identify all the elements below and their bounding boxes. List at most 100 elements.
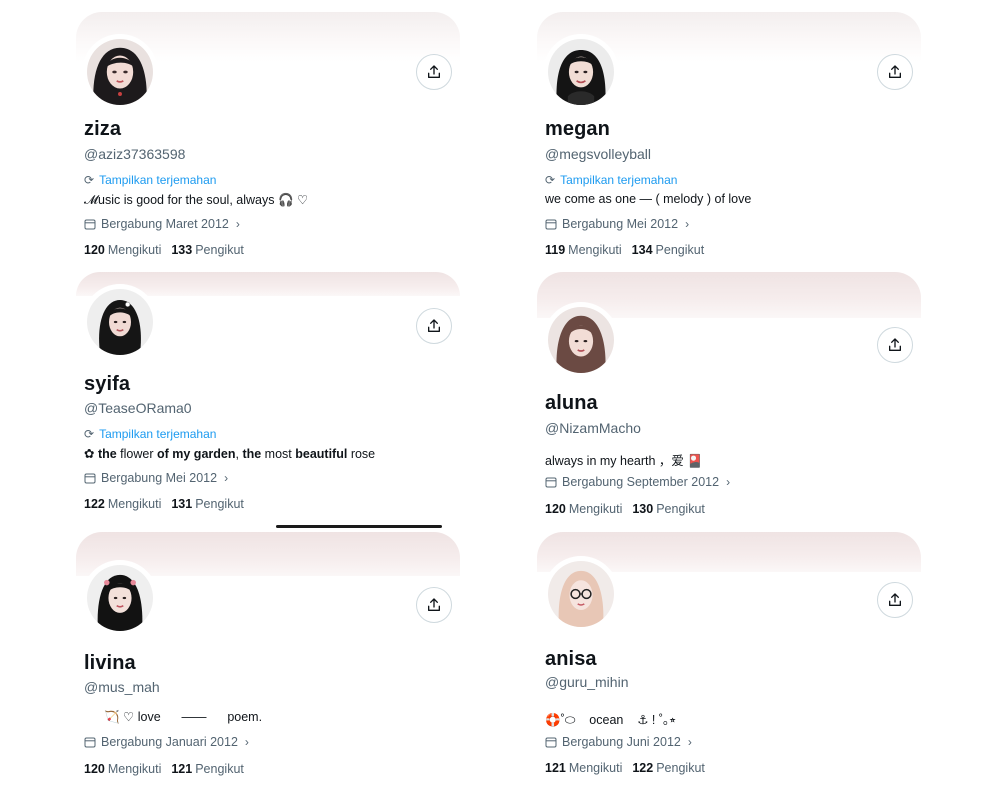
followers-label: Pengikut	[195, 497, 244, 511]
avatar[interactable]	[543, 556, 619, 632]
profile-handle: @NizamMacho	[545, 420, 641, 436]
follow-stats: 121 Mengikuti 122 Pengikut	[545, 761, 705, 775]
joined-date[interactable]: Bergabung September 2012 ›	[545, 475, 730, 489]
follow-stats: 120 Mengikuti 133 Pengikut	[84, 243, 244, 257]
followers-count: 130	[632, 502, 654, 516]
translate-icon: ⟳	[545, 173, 556, 187]
following-link[interactable]: 119 Mengikuti	[545, 243, 622, 257]
translate-icon: ⟳	[84, 427, 95, 441]
share-icon	[428, 319, 440, 332]
joined-date[interactable]: Bergabung Mei 2012 ›	[84, 471, 228, 485]
share-button[interactable]	[416, 308, 452, 344]
followers-label: Pengikut	[655, 243, 705, 257]
joined-label: Bergabung Juni 2012	[562, 735, 681, 749]
following-link[interactable]: 120 Mengikuti	[84, 243, 161, 257]
profile-card-ziza: ziza @aziz37363598 ⟳ Tampilkan terjemaha…	[76, 12, 460, 262]
share-button[interactable]	[877, 54, 913, 90]
avatar[interactable]	[82, 34, 158, 110]
joined-date[interactable]: Bergabung Juni 2012 ›	[545, 735, 692, 749]
profile-handle: @mus_mah	[84, 679, 160, 695]
followers-count: 121	[171, 762, 193, 776]
avatar-photo	[87, 39, 153, 105]
avatar-photo	[548, 561, 614, 627]
follow-stats: 122 Mengikuti 131 Pengikut	[84, 497, 244, 511]
following-label: Mengikuti	[568, 243, 622, 257]
followers-link[interactable]: 121 Pengikut	[171, 762, 244, 776]
profile-name: livina	[84, 652, 136, 674]
followers-link[interactable]: 134 Pengikut	[632, 243, 705, 257]
profile-card-megan: megan @megsvolleyball ⟳ Tampilkan terjem…	[537, 12, 921, 262]
calendar-icon	[84, 219, 96, 230]
avatar[interactable]	[543, 34, 619, 110]
profile-card-anisa: anisa @guru_mihin 🛟˚⬭ ocean ⚓ ! ˚｡⭒ Berg…	[537, 532, 921, 792]
followers-link[interactable]: 133 Pengikut	[171, 243, 244, 257]
joined-date[interactable]: Bergabung Maret 2012 ›	[84, 217, 240, 231]
followers-count: 134	[631, 243, 653, 257]
share-icon	[428, 65, 440, 78]
profile-bio: 𝓜usic is good for the soul, always 🎧 ♡	[84, 193, 309, 207]
avatar[interactable]	[82, 560, 158, 636]
following-count: 122	[84, 497, 105, 511]
followers-label: Pengikut	[656, 502, 705, 516]
joined-label: Bergabung Maret 2012	[101, 217, 229, 231]
share-button[interactable]	[877, 582, 913, 618]
avatar-photo	[548, 39, 614, 105]
share-icon	[889, 65, 901, 78]
avatar-photo	[548, 307, 614, 373]
avatar[interactable]	[82, 284, 158, 360]
share-button[interactable]	[416, 587, 452, 623]
translate-label: Tampilkan terjemahan	[99, 173, 217, 187]
translate-link[interactable]: ⟳ Tampilkan terjemahan	[84, 173, 216, 187]
following-label: Mengikuti	[568, 761, 623, 775]
calendar-icon	[545, 477, 557, 488]
chevron-right-icon: ›	[244, 735, 249, 749]
share-icon	[428, 598, 440, 611]
profile-name: aluna	[545, 392, 598, 414]
followers-label: Pengikut	[195, 762, 244, 776]
following-link[interactable]: 121 Mengikuti	[545, 761, 622, 775]
translate-label: Tampilkan terjemahan	[560, 173, 678, 187]
translate-link[interactable]: ⟳ Tampilkan terjemahan	[84, 427, 216, 441]
calendar-icon	[545, 737, 557, 748]
following-count: 120	[84, 243, 105, 257]
profile-bio: we come as one — ( melody ) of love	[545, 192, 752, 206]
joined-date[interactable]: Bergabung Mei 2012 ›	[545, 217, 689, 231]
chevron-right-icon: ›	[224, 471, 229, 485]
share-button[interactable]	[416, 54, 452, 90]
avatar[interactable]	[543, 302, 619, 378]
followers-link[interactable]: 122 Pengikut	[632, 761, 705, 775]
profile-bio: 🏹 ♡ love —— poem.	[104, 710, 263, 724]
following-label: Mengikuti	[107, 243, 162, 257]
profile-handle: @guru_mihin	[545, 674, 629, 690]
follow-stats: 119 Mengikuti 134 Pengikut	[545, 243, 704, 257]
following-count: 121	[545, 761, 566, 775]
translate-link[interactable]: ⟳ Tampilkan terjemahan	[545, 173, 677, 187]
joined-date[interactable]: Bergabung Januari 2012 ›	[84, 735, 249, 749]
share-icon	[889, 593, 901, 606]
joined-label: Bergabung Januari 2012	[101, 735, 238, 749]
following-label: Mengikuti	[568, 502, 623, 516]
profile-name: ziza	[84, 118, 122, 140]
following-label: Mengikuti	[107, 497, 162, 511]
calendar-icon	[84, 737, 96, 748]
profile-name: anisa	[545, 648, 597, 670]
following-count: 120	[545, 502, 566, 516]
following-link[interactable]: 120 Mengikuti	[545, 502, 622, 516]
share-button[interactable]	[877, 327, 913, 363]
joined-label: Bergabung Mei 2012	[101, 471, 218, 485]
follow-stats: 120 Mengikuti 121 Pengikut	[84, 762, 244, 776]
divider	[276, 525, 442, 528]
profile-bio: always in my hearth ，爱 🎴	[545, 454, 703, 468]
profile-name: syifa	[84, 373, 131, 395]
following-link[interactable]: 120 Mengikuti	[84, 762, 161, 776]
following-label: Mengikuti	[107, 762, 162, 776]
follow-stats: 120 Mengikuti 130 Pengikut	[545, 502, 705, 516]
profile-card-aluna: aluna @NizamMacho always in my hearth ，爱…	[537, 272, 921, 522]
followers-link[interactable]: 130 Pengikut	[632, 502, 705, 516]
profile-card-syifa: syifa @TeaseORama0 ⟳ Tampilkan terjemaha…	[76, 272, 460, 528]
chevron-right-icon: ›	[235, 217, 240, 231]
followers-link[interactable]: 131 Pengikut	[171, 497, 244, 511]
following-link[interactable]: 122 Mengikuti	[84, 497, 161, 511]
profile-bio: 🛟˚⬭ ocean ⚓ ! ˚｡⭒	[545, 713, 677, 727]
avatar-photo	[87, 565, 153, 631]
